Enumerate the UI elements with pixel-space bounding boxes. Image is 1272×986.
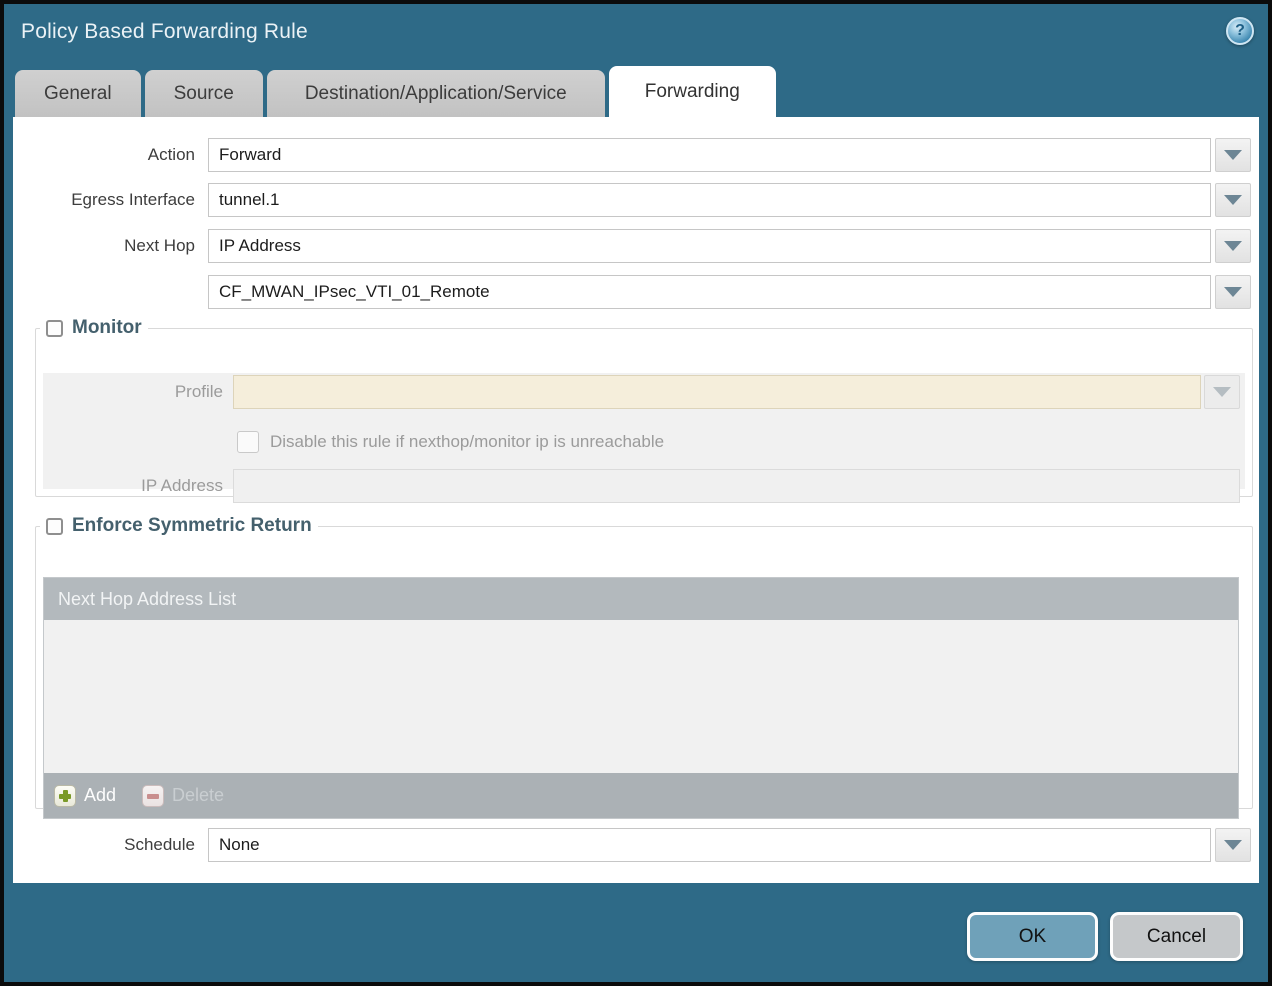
tab-destination-application-service[interactable]: Destination/Application/Service (267, 70, 605, 117)
egress-interface-select[interactable]: tunnel.1 (208, 183, 1211, 217)
next-hop-dropdown-button[interactable] (1215, 229, 1251, 263)
next-hop-address-list-table: Next Hop Address List Add Delete (43, 577, 1239, 819)
next-hop-address-list-body[interactable] (44, 620, 1238, 773)
monitor-checkbox[interactable] (46, 320, 63, 337)
delete-button: Delete (142, 785, 224, 807)
schedule-label: Schedule (13, 835, 208, 855)
tab-source[interactable]: Source (145, 70, 263, 117)
monitor-ip-address-input (233, 469, 1240, 503)
enforce-symmetric-return-legend-label: Enforce Symmetric Return (72, 515, 312, 537)
chevron-down-icon (1224, 287, 1242, 297)
disable-rule-label: Disable this rule if nexthop/monitor ip … (270, 432, 664, 452)
ok-button[interactable]: OK (967, 912, 1098, 961)
plus-icon (54, 785, 76, 807)
egress-interface-dropdown-button[interactable] (1215, 183, 1251, 217)
chevron-down-icon (1224, 195, 1242, 205)
disable-rule-checkbox (237, 431, 259, 453)
monitor-legend-label: Monitor (72, 317, 142, 339)
monitor-section: Monitor Profile Disable this rule if nex… (35, 317, 1253, 497)
profile-row: Profile (43, 375, 1240, 409)
next-hop-address-list-header: Next Hop Address List (44, 578, 1238, 620)
egress-interface-row: Egress Interface tunnel.1 (13, 182, 1259, 218)
chevron-down-icon (1213, 387, 1231, 397)
monitor-legend: Monitor (40, 317, 148, 339)
disable-rule-row: Disable this rule if nexthop/monitor ip … (237, 425, 1240, 459)
profile-label: Profile (43, 382, 233, 402)
add-button[interactable]: Add (54, 785, 116, 807)
chevron-down-icon (1224, 241, 1242, 251)
monitor-panel: Profile Disable this rule if nexthop/mon… (43, 373, 1245, 489)
policy-based-forwarding-dialog: Policy Based Forwarding Rule ? General S… (0, 0, 1272, 986)
next-hop-address-row: CF_MWAN_IPsec_VTI_01_Remote (13, 274, 1259, 310)
enforce-symmetric-return-section: Enforce Symmetric Return Next Hop Addres… (35, 515, 1253, 809)
forwarding-tab-panel: Action Forward Egress Interface tunnel.1… (13, 117, 1259, 883)
delete-button-label: Delete (172, 785, 224, 806)
monitor-ip-address-row: IP Address (43, 469, 1240, 503)
dialog-title: Policy Based Forwarding Rule (21, 20, 308, 44)
action-dropdown-button[interactable] (1215, 138, 1251, 172)
tab-forwarding[interactable]: Forwarding (609, 66, 776, 117)
next-hop-address-dropdown-button[interactable] (1215, 275, 1251, 309)
minus-icon (142, 785, 164, 807)
help-icon[interactable]: ? (1226, 17, 1254, 45)
tab-bar: General Source Destination/Application/S… (15, 66, 776, 117)
tab-general[interactable]: General (15, 70, 141, 117)
schedule-select[interactable]: None (208, 828, 1211, 862)
add-button-label: Add (84, 785, 116, 806)
schedule-row: Schedule None (13, 827, 1259, 863)
next-hop-row: Next Hop IP Address (13, 228, 1259, 264)
next-hop-address-select[interactable]: CF_MWAN_IPsec_VTI_01_Remote (208, 275, 1211, 309)
enforce-symmetric-return-legend: Enforce Symmetric Return (40, 515, 318, 537)
next-hop-address-list-footer: Add Delete (44, 773, 1238, 818)
next-hop-label: Next Hop (13, 236, 208, 256)
cancel-button[interactable]: Cancel (1110, 912, 1243, 961)
action-row: Action Forward (13, 137, 1259, 173)
action-select[interactable]: Forward (208, 138, 1211, 172)
chevron-down-icon (1224, 840, 1242, 850)
chevron-down-icon (1224, 150, 1242, 160)
action-label: Action (13, 145, 208, 165)
schedule-dropdown-button[interactable] (1215, 828, 1251, 862)
profile-select (233, 375, 1201, 409)
monitor-ip-address-label: IP Address (43, 476, 233, 496)
next-hop-type-select[interactable]: IP Address (208, 229, 1211, 263)
egress-interface-label: Egress Interface (13, 190, 208, 210)
profile-dropdown-button (1204, 375, 1240, 409)
enforce-symmetric-return-checkbox[interactable] (46, 518, 63, 535)
